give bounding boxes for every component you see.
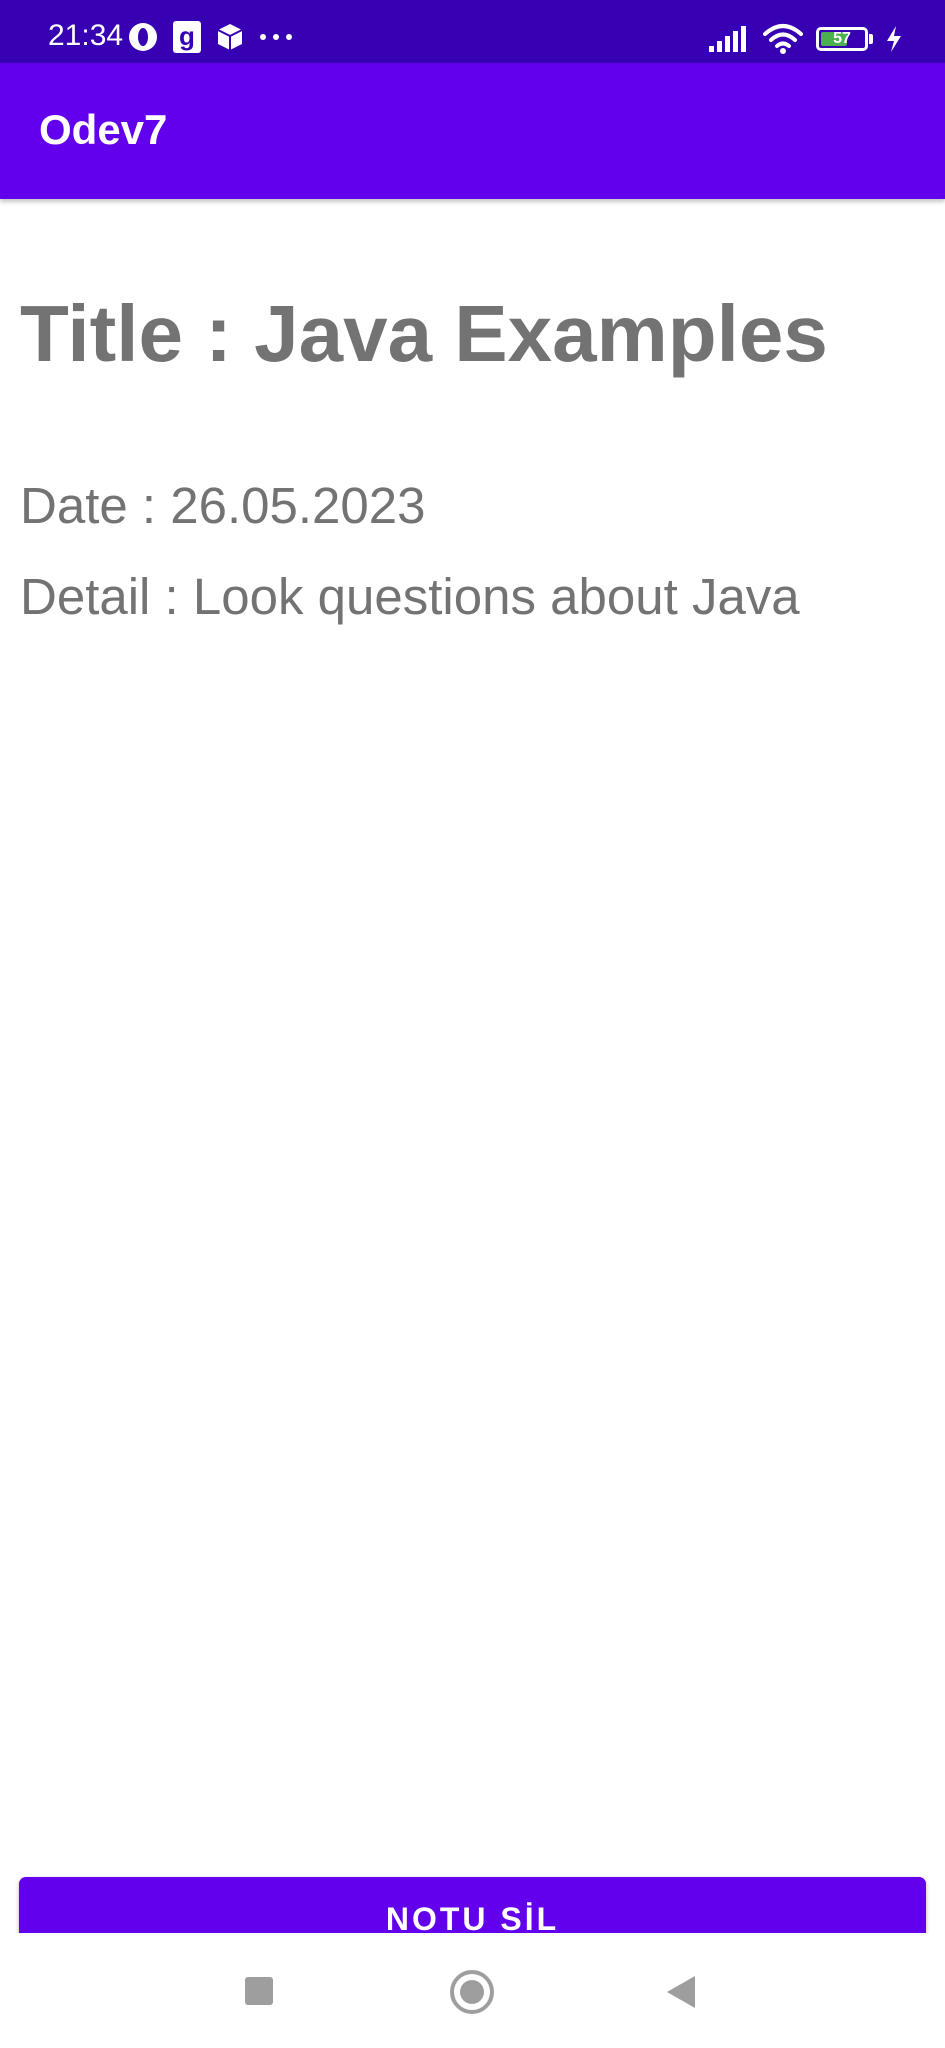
- status-left-icons: g: [127, 20, 307, 54]
- signal-icon: [708, 24, 750, 54]
- screen: 21:34 g 57 Odev7 Title: Java Examples D…: [0, 0, 945, 2048]
- recents-icon[interactable]: [245, 1977, 273, 2005]
- note-detail: Detail : Look questions about Java: [20, 568, 800, 625]
- app-title: Odev7: [39, 106, 168, 153]
- battery-level: 57: [833, 30, 851, 47]
- charging-icon: [885, 25, 903, 53]
- home-icon[interactable]: [450, 1970, 494, 2014]
- wifi-icon: [762, 22, 804, 56]
- svg-text:g: g: [179, 21, 195, 51]
- back-icon[interactable]: [667, 1976, 695, 2008]
- status-time: 21:34: [48, 19, 124, 52]
- battery-icon: 57: [816, 27, 873, 51]
- delete-note-button-label: NOTU SİL: [385, 1901, 560, 1937]
- opera-icon: [127, 21, 159, 53]
- app-bar: Odev7: [0, 63, 945, 199]
- box-icon: [215, 22, 245, 52]
- more-dots-icon: [258, 32, 294, 42]
- status-right-icons: 57: [696, 20, 903, 58]
- g-icon: g: [172, 20, 202, 54]
- navigation-bar: [0, 1933, 945, 2048]
- note-date: Date : 26.05.2023: [20, 477, 426, 534]
- status-bar: 21:34 g 57: [0, 0, 945, 63]
- note-title: Title : Java Examples: [20, 289, 828, 378]
